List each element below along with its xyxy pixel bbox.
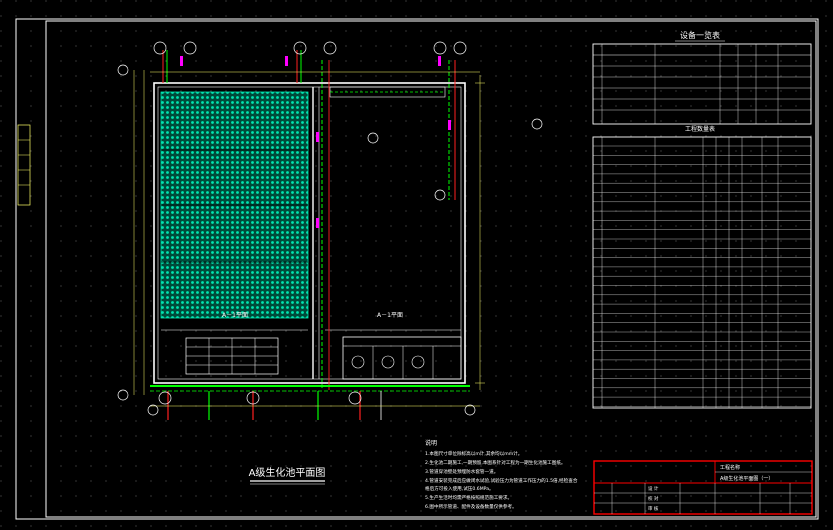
note-line: 6.图中所示管道、配件及设备数量仅供参考。 [425,503,517,510]
title-block-drawing-name: A级生化池平面图（一） [720,475,773,482]
notes-title: 说明 [425,439,437,447]
note-line: 4.管道安装完成后应做闭水试验,试验压力为管道工作压力的1.5倍,经检查合 [425,477,578,484]
note-line: 3.管道穿池壁处预埋防水套管一道。 [425,468,498,475]
note-line: 5.生产生活时均需严格按照规范施工要求。 [425,494,512,501]
equipment-table: 设备一览表 [592,30,812,125]
left-compartment-label: A－1平面 [222,312,248,319]
title-block-row: 设 计 [648,485,659,492]
grid-background [0,0,833,530]
note-line: 格后方可投入使用,试压0.6MPa。 [425,485,494,492]
note-line: 2.生化池二期施工,一期预留,本图系针对工程为一期生化池施工图纸。 [425,459,566,466]
title-block-row: 校 对 [648,495,659,502]
equipment-table-title: 设备一览表 [680,30,720,40]
right-compartment-label: A－1平面 [377,312,403,319]
cad-drawing: A－1平面 A－1平面 A级生化池平面图 设备一览表 工程数量表 说明 1.本图… [0,0,833,530]
title-block-project: 工程名称 [720,464,740,471]
note-line: 1.本图尺寸单位除标高以m计,其余均以mm计。 [425,450,522,457]
title-block-row: 审 核 [648,505,659,512]
quantity-table-title: 工程数量表 [685,125,715,133]
drawing-title: A级生化池平面图 [249,466,326,479]
